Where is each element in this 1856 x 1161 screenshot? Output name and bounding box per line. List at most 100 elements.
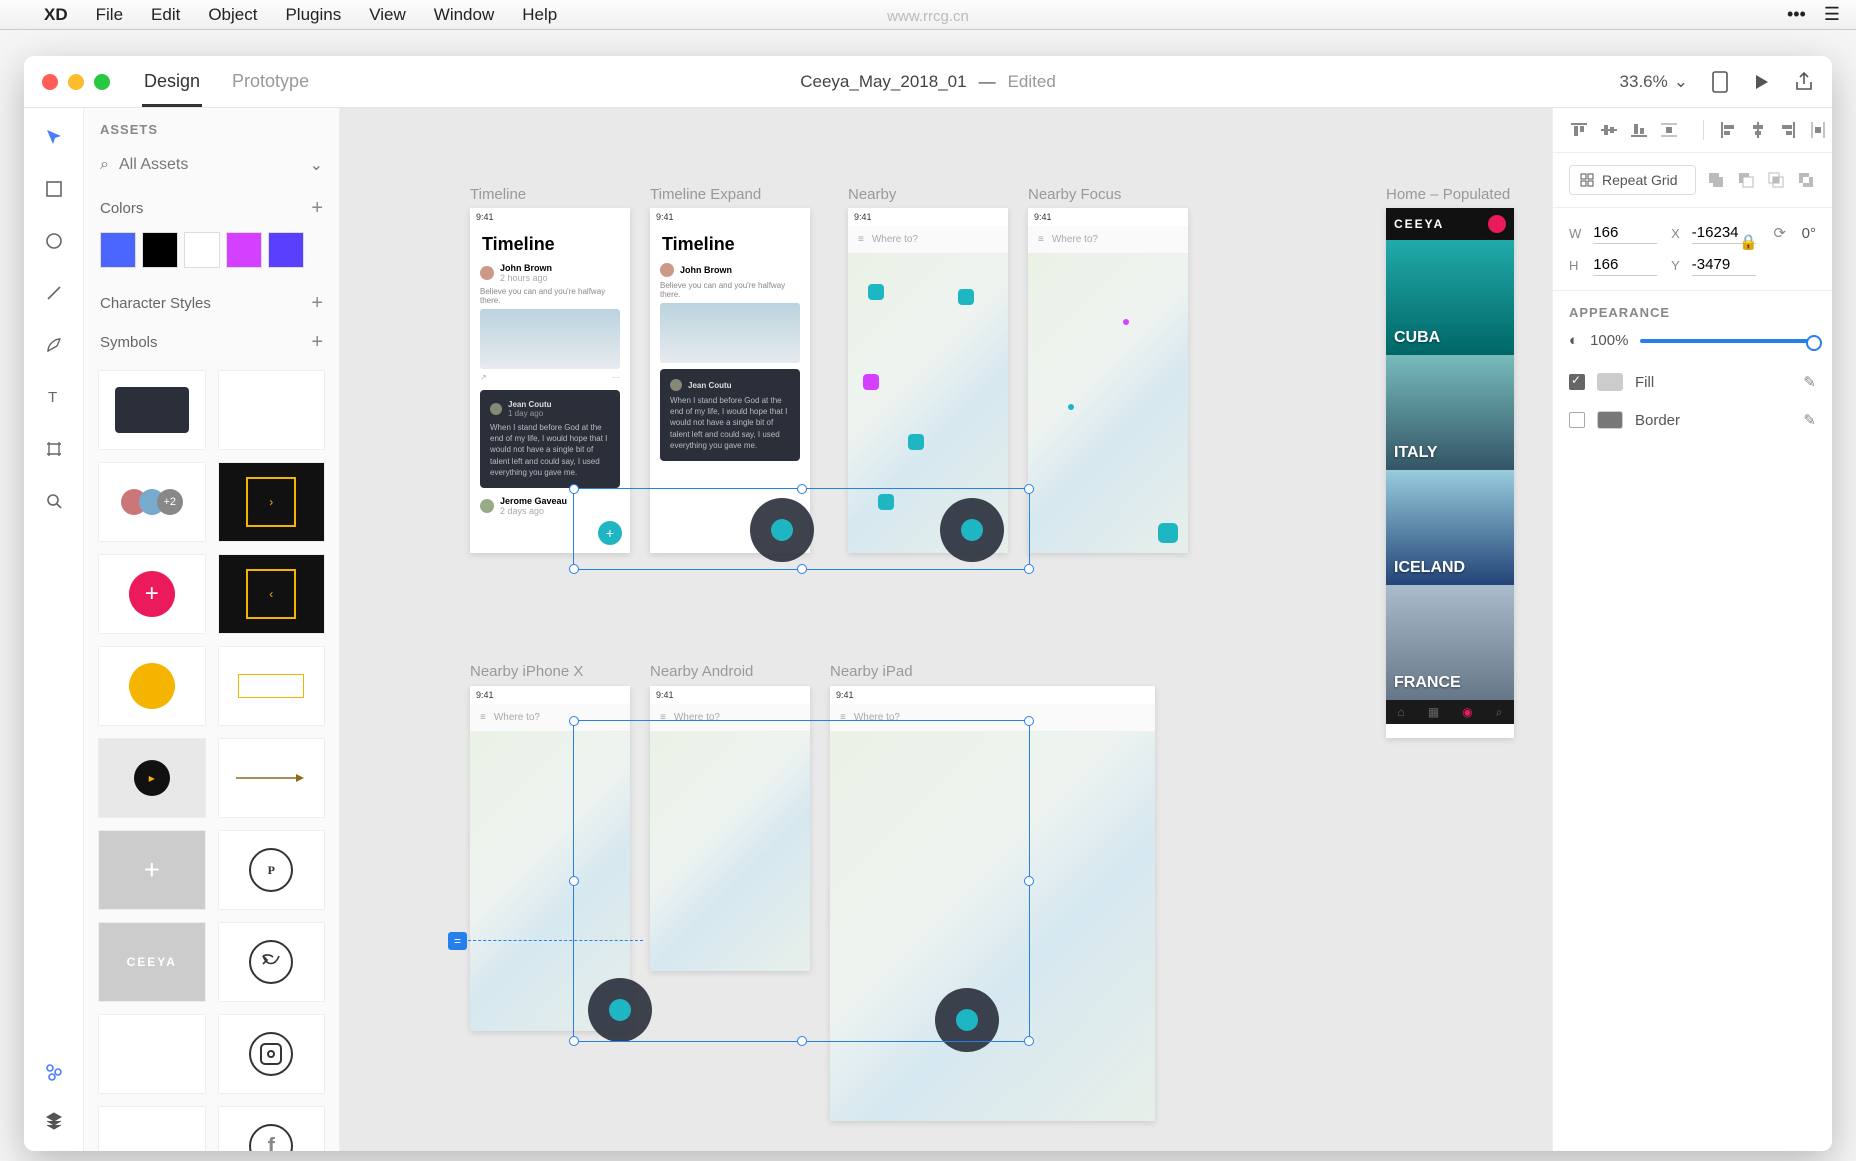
repeat-grid-button[interactable]: Repeat Grid [1569,165,1696,195]
fab-cluster [588,978,652,1042]
symbol-thumb[interactable]: f [218,1106,326,1151]
symbol-thumb[interactable]: +2 [98,462,206,542]
opacity-slider[interactable] [1640,339,1816,343]
y-input[interactable] [1692,254,1756,276]
boolean-intersect-icon[interactable] [1766,170,1786,190]
artboard-nearby-iphonex[interactable]: 9:41 ≡Where to? [470,686,630,1031]
symbol-thumb[interactable] [218,1014,326,1094]
align-left-icon[interactable] [1718,120,1738,140]
align-top-icon[interactable] [1569,120,1589,140]
menu-object[interactable]: Object [208,5,257,25]
eyedropper-icon[interactable]: ✎ [1803,373,1816,391]
artboard-label[interactable]: Home – Populated [1386,186,1510,203]
menu-edit[interactable]: Edit [151,5,180,25]
artboard-tool[interactable] [41,436,67,462]
device-preview-icon[interactable] [1710,72,1730,92]
desktop-preview-icon[interactable] [1752,72,1772,92]
menu-help[interactable]: Help [522,5,557,25]
add-symbol-button[interactable]: + [311,331,323,354]
menubar-app-name[interactable]: XD [44,5,68,25]
window-minimize-button[interactable] [68,74,84,90]
zoom-tool[interactable] [41,488,67,514]
assets-panel-toggle[interactable] [41,1059,67,1085]
align-hcenter-icon[interactable] [1748,120,1768,140]
symbol-thumb[interactable] [98,370,206,450]
symbol-thumb[interactable]: CEEYA [98,922,206,1002]
color-swatch[interactable] [226,232,262,268]
color-swatch[interactable] [184,232,220,268]
boolean-add-icon[interactable] [1706,170,1726,190]
menu-file[interactable]: File [96,5,123,25]
artboard-label[interactable]: Timeline Expand [650,186,761,203]
symbol-thumb[interactable]: ▸ [98,738,206,818]
symbol-thumb[interactable] [218,370,326,450]
menu-plugins[interactable]: Plugins [285,5,341,25]
distribute-v-icon[interactable] [1659,120,1679,140]
artboard-nearby-ipad[interactable]: 9:41 ≡Where to? [830,686,1155,1121]
color-swatch[interactable] [268,232,304,268]
window-close-button[interactable] [42,74,58,90]
artboard-label[interactable]: Nearby [848,186,896,203]
window-zoom-button[interactable] [94,74,110,90]
tab-design[interactable]: Design [142,57,202,107]
fab-icon: + [598,521,622,545]
symbol-thumb[interactable] [98,1014,206,1094]
eyedropper-icon[interactable]: ✎ [1803,411,1816,429]
border-label: Border [1635,412,1680,429]
symbol-thumb[interactable] [98,1106,206,1151]
color-swatch[interactable] [142,232,178,268]
symbol-thumb[interactable] [98,646,206,726]
layers-panel-toggle[interactable] [41,1107,67,1133]
artboard-label[interactable]: Nearby Focus [1028,186,1121,203]
artboard-label[interactable]: Timeline [470,186,526,203]
distribute-h-icon[interactable] [1808,120,1828,140]
align-right-icon[interactable] [1778,120,1798,140]
artboard-label[interactable]: Nearby iPhone X [470,663,583,680]
menubar-list-icon[interactable]: ☰ [1824,4,1840,25]
align-vcenter-icon[interactable] [1599,120,1619,140]
symbol-thumb[interactable]: › [218,462,326,542]
lock-aspect-icon[interactable]: 🔒 [1739,233,1758,251]
artboard-timeline[interactable]: 9:41 Timeline John Brown2 hours ago Beli… [470,208,630,553]
pen-tool[interactable] [41,332,67,358]
menu-view[interactable]: View [369,5,406,25]
select-tool[interactable] [41,124,67,150]
artboard-label[interactable]: Nearby iPad [830,663,913,680]
symbol-thumb[interactable] [218,646,326,726]
symbol-thumb[interactable] [218,738,326,818]
symbol-thumb[interactable] [218,922,326,1002]
zoom-value: 33.6% [1620,72,1668,92]
fill-color-chip[interactable] [1597,373,1623,391]
text-tool[interactable]: T [41,384,67,410]
zoom-dropdown[interactable]: 33.6% ⌄ [1620,72,1688,92]
artboard-label[interactable]: Nearby Android [650,663,753,680]
symbol-thumb[interactable]: + [98,830,206,910]
height-input[interactable] [1593,254,1657,276]
artboard-nearby-android[interactable]: 9:41 ≡Where to? [650,686,810,971]
ellipse-tool[interactable] [41,228,67,254]
fill-checkbox[interactable] [1569,374,1585,390]
symbol-thumb[interactable]: ‹ [218,554,326,634]
menubar-more-icon[interactable]: ••• [1787,4,1806,25]
symbol-thumb[interactable]: P [218,830,326,910]
tab-prototype[interactable]: Prototype [230,57,311,107]
add-color-button[interactable]: + [311,197,323,220]
width-input[interactable] [1593,222,1657,244]
artboard-nearby-focus[interactable]: 9:41 ≡Where to? [1028,208,1188,553]
share-icon[interactable] [1794,72,1814,92]
rotate-icon[interactable]: ⟳ [1770,223,1790,243]
border-checkbox[interactable] [1569,412,1585,428]
artboard-home-populated[interactable]: CEEYA CUBA ITALY ICELAND FRANCE ⌂▦◉⌕ [1386,208,1514,738]
boolean-exclude-icon[interactable] [1796,170,1816,190]
assets-filter-dropdown[interactable]: ⌕ All Assets ⌄ [84,147,339,187]
line-tool[interactable] [41,280,67,306]
menu-window[interactable]: Window [434,5,494,25]
align-bottom-icon[interactable] [1629,120,1649,140]
rectangle-tool[interactable] [41,176,67,202]
boolean-subtract-icon[interactable] [1736,170,1756,190]
color-swatch[interactable] [100,232,136,268]
canvas[interactable]: Timeline Timeline Expand Nearby Nearby F… [340,108,1552,1151]
symbol-thumb[interactable]: + [98,554,206,634]
border-color-chip[interactable] [1597,411,1623,429]
add-charstyle-button[interactable]: + [311,292,323,315]
